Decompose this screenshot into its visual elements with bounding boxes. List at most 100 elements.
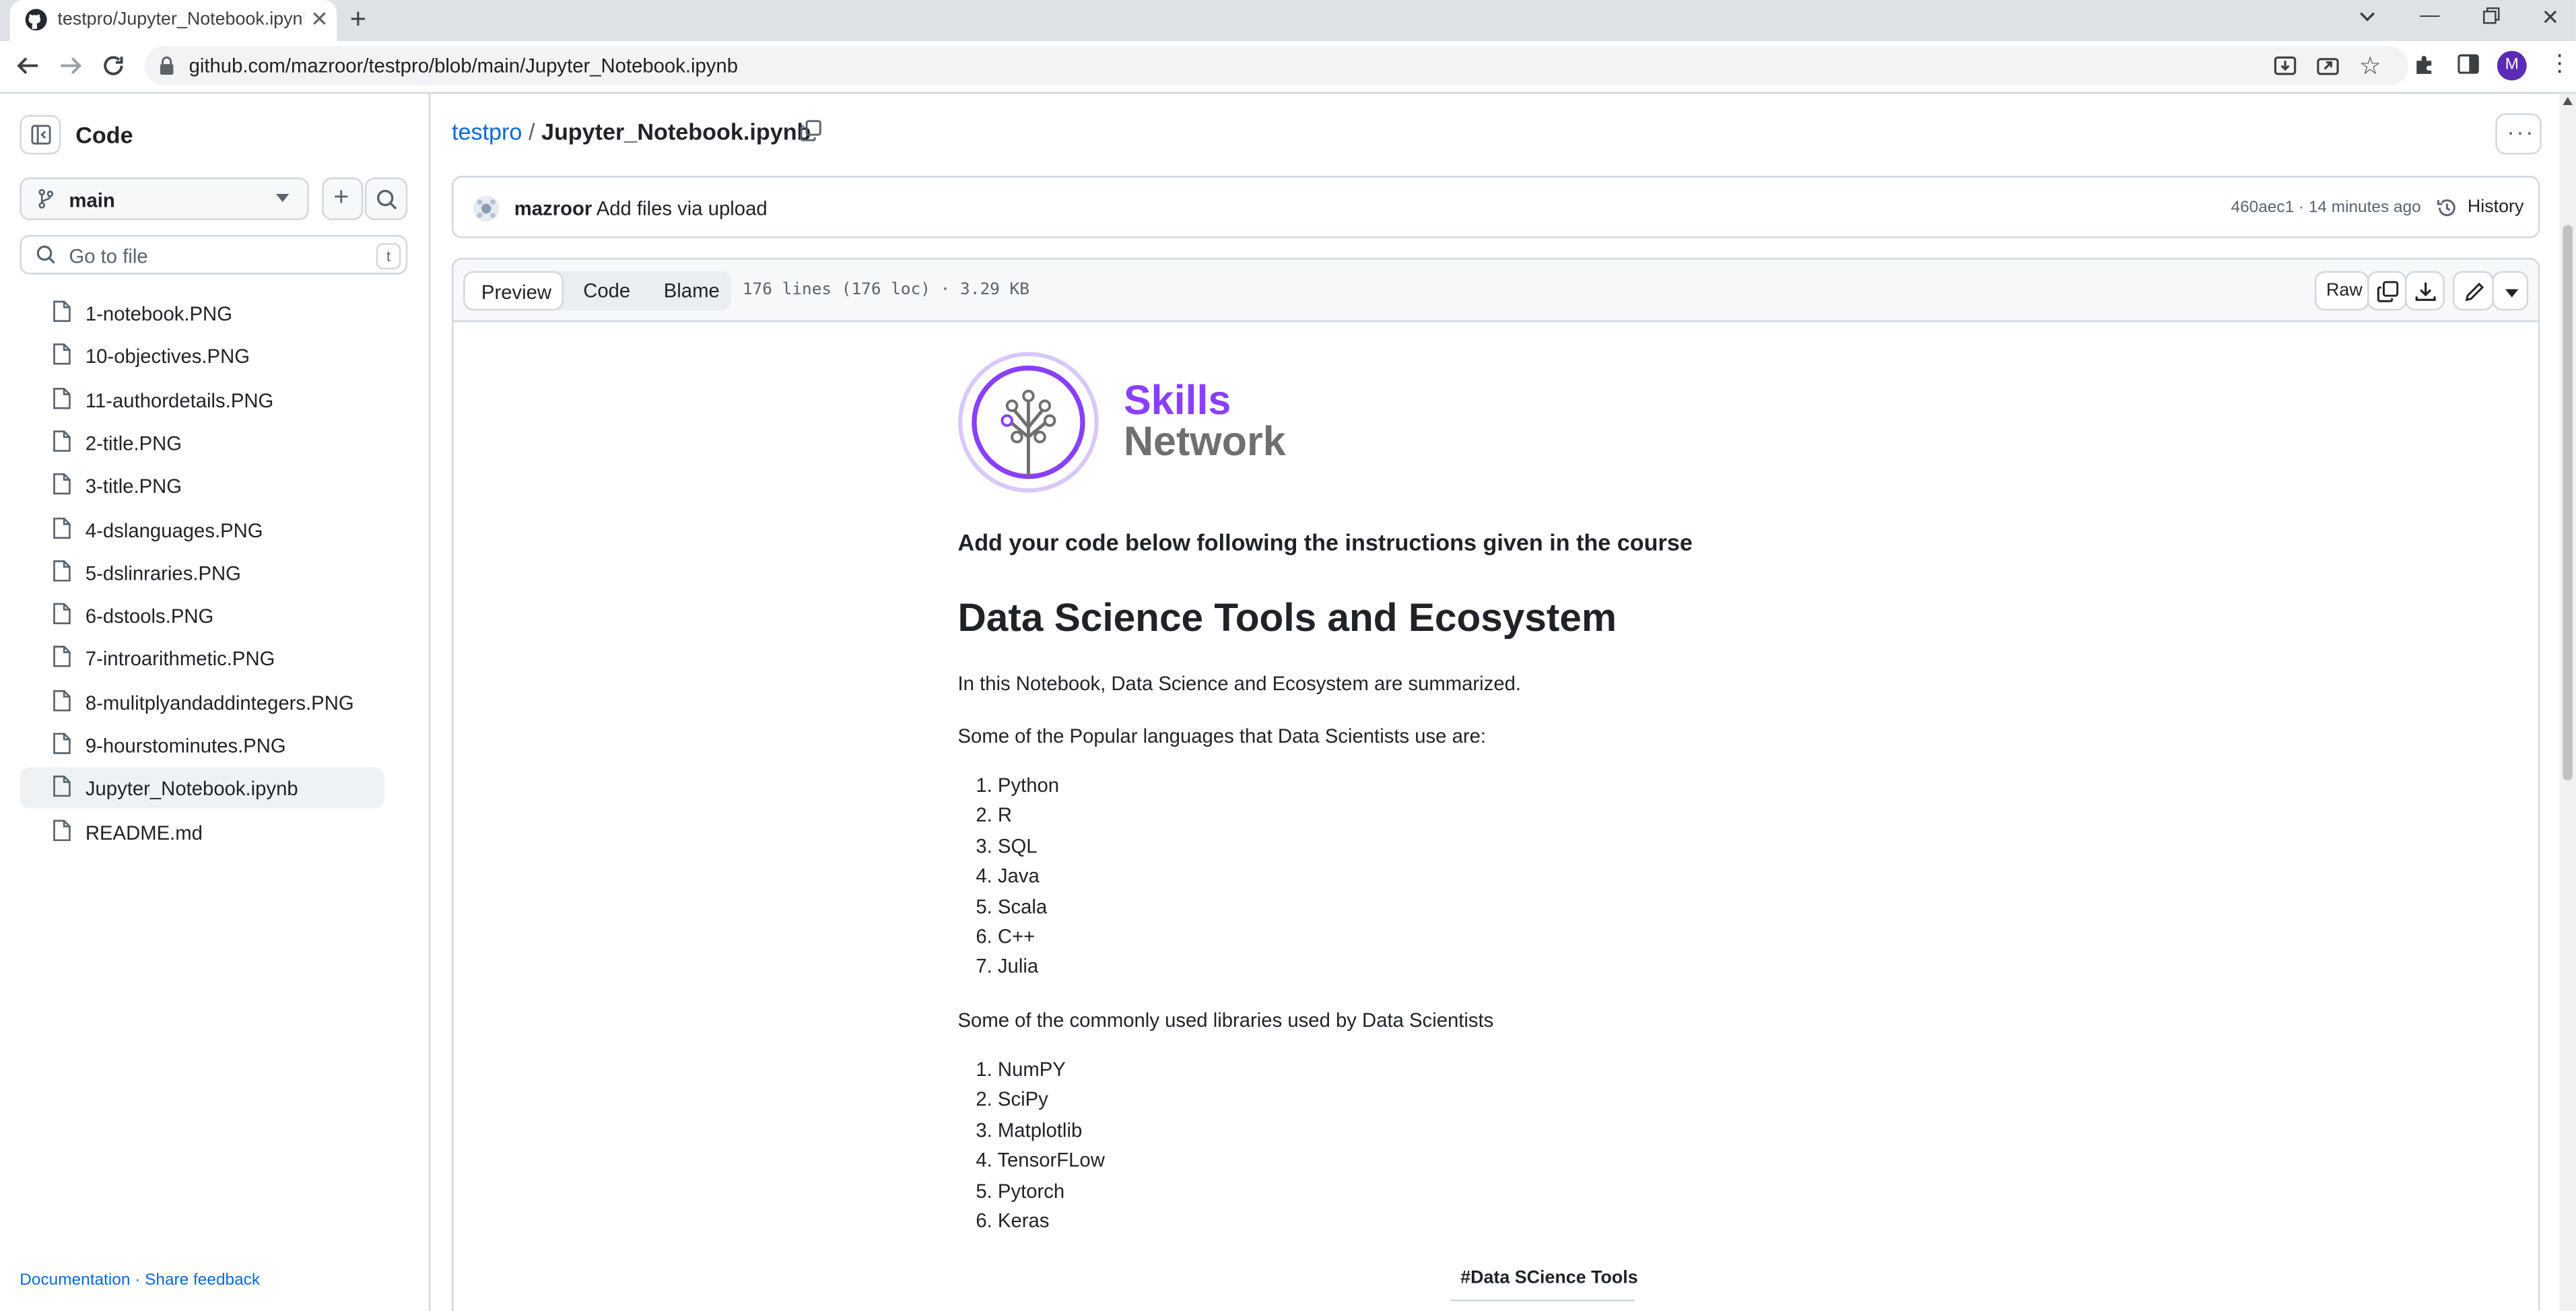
sidebar-file-item[interactable]: 3-title.PNG — [20, 465, 384, 506]
page-scrollbar[interactable] — [2559, 94, 2576, 1311]
sidebar-file-item[interactable]: 6-dstools.PNG — [20, 595, 384, 636]
close-window-icon[interactable]: ✕ — [2542, 5, 2560, 31]
more-options-button[interactable]: ··· — [2495, 113, 2542, 155]
file-icon — [53, 343, 71, 366]
file-icon — [53, 473, 71, 495]
sidebar-file-item[interactable]: 7-introarithmetic.PNG — [20, 638, 384, 679]
libraries-intro: Some of the commonly used libraries used… — [957, 1009, 1494, 1032]
sidebar-file-item[interactable]: 4-dslanguages.PNG — [20, 508, 384, 549]
sidebar-file-item[interactable]: 2-title.PNG — [20, 422, 384, 463]
lock-icon[interactable] — [160, 56, 174, 75]
list-item-text: C++ — [997, 925, 1036, 948]
sidebar-file-item[interactable]: Jupyter_Notebook.ipynb — [20, 768, 384, 809]
notebook-preview-frame — [452, 320, 2540, 1311]
author-avatar[interactable] — [473, 195, 500, 222]
sidebar-file-item[interactable]: 1-notebook.PNG — [20, 292, 384, 333]
tab-search-icon[interactable] — [2357, 8, 2377, 24]
kebab-horizontal-icon: ··· — [2507, 118, 2535, 145]
breadcrumb-repo-link[interactable]: testpro — [452, 119, 522, 145]
language-list-item: 7. Julia — [976, 955, 1038, 978]
file-stats: 176 lines (176 loc) · 3.29 KB — [742, 281, 1029, 300]
list-number: 2. — [976, 1088, 998, 1112]
download-button[interactable] — [2405, 271, 2445, 311]
restore-window-icon[interactable] — [2482, 7, 2501, 25]
sidebar-file-name: 3-title.PNG — [85, 475, 182, 498]
language-list-item: 6. C++ — [976, 925, 1035, 948]
forward-icon[interactable] — [59, 55, 82, 77]
sidebar-file-item[interactable]: 11-authordetails.PNG — [20, 379, 384, 420]
new-tab-icon[interactable]: + — [350, 3, 366, 36]
download-icon — [2415, 281, 2437, 302]
edit-options-dropdown[interactable] — [2492, 271, 2529, 311]
file-icon — [53, 776, 71, 798]
library-list-item: 3. Matplotlib — [976, 1118, 1082, 1141]
file-icon — [53, 819, 71, 841]
sidebar-file-item[interactable]: 9-hourstominutes.PNG — [20, 725, 384, 766]
search-code-button[interactable] — [364, 177, 408, 220]
share-icon[interactable] — [2316, 55, 2339, 77]
branch-select-button[interactable]: main — [20, 177, 309, 220]
tab-preview[interactable]: Preview — [463, 271, 564, 311]
history-button[interactable]: History — [2468, 197, 2524, 217]
list-item-text: Python — [997, 774, 1060, 797]
edit-file-button[interactable] — [2452, 271, 2494, 311]
sidebar-file-item[interactable]: 5-dslinraries.PNG — [20, 551, 384, 593]
file-icon — [53, 690, 71, 711]
documentation-link[interactable]: Documentation — [20, 1272, 130, 1290]
profile-avatar[interactable]: M — [2497, 51, 2527, 81]
sidebar-file-item[interactable]: 8-mulitplyandaddintegers.PNG — [20, 681, 384, 722]
tab-blame[interactable]: Blame — [664, 279, 720, 302]
list-number: 1. — [976, 774, 998, 797]
list-item-text: Julia — [997, 955, 1039, 978]
back-icon[interactable] — [16, 55, 39, 77]
sidebar-file-item[interactable]: 10-objectives.PNG — [20, 335, 384, 376]
list-number: 6. — [976, 925, 998, 948]
plus-icon: + — [333, 184, 349, 212]
url-text: github.com/mazroor/testpro/blob/main/Jup… — [189, 54, 739, 77]
tab-code[interactable]: Code — [583, 279, 630, 302]
side-panel-icon[interactable] — [2458, 54, 2479, 74]
browser-tab[interactable]: testpro/Jupyter_Notebook.ipynb ✕ — [9, 0, 337, 41]
add-file-button[interactable]: + — [322, 177, 364, 220]
sidebar-file-name: 9-hourstominutes.PNG — [85, 734, 286, 758]
file-icon — [53, 386, 71, 409]
language-list-item: 2. R — [976, 804, 1012, 827]
extensions-icon[interactable] — [2413, 53, 2436, 75]
scroll-up-arrow-icon[interactable] — [2563, 96, 2573, 106]
minimize-window-icon[interactable]: — — [2420, 3, 2439, 26]
copy-path-icon[interactable] — [800, 120, 821, 141]
list-number: 7. — [976, 955, 998, 978]
list-item-text: Matplotlib — [997, 1118, 1083, 1142]
address-bar[interactable]: github.com/mazroor/testpro/blob/main/Jup… — [144, 46, 2409, 86]
logo-text-network: Network — [1123, 419, 1286, 465]
commit-author[interactable]: mazroor — [514, 197, 592, 220]
reload-icon[interactable] — [102, 55, 125, 77]
commit-sha-time[interactable]: 460aec1 · 14 minutes ago — [2231, 199, 2421, 217]
sidebar-file-name: README.md — [85, 821, 203, 844]
install-app-icon[interactable] — [2274, 55, 2297, 77]
copy-raw-button[interactable] — [2367, 271, 2407, 311]
close-tab-icon[interactable]: ✕ — [310, 7, 329, 33]
browser-menu-icon[interactable]: ⋮ — [2548, 51, 2571, 74]
table-header-cell: #Data SCience Tools — [1460, 1268, 1638, 1288]
sidebar-file-name: 10-objectives.PNG — [85, 345, 250, 369]
sidebar-file-name: 4-dslanguages.PNG — [85, 518, 263, 541]
list-item-text: SQL — [997, 834, 1038, 858]
file-icon — [53, 603, 71, 625]
go-to-file-input[interactable]: Go to file t — [20, 234, 408, 275]
file-tree-sidebar: Code main + Go to file t 1-notebook.PNG … — [0, 94, 431, 1311]
share-feedback-link[interactable]: Share feedback — [145, 1272, 260, 1290]
caret-down-icon — [275, 193, 290, 203]
commit-message[interactable]: Add files via upload — [597, 197, 768, 220]
scrollbar-thumb[interactable] — [2563, 225, 2573, 780]
library-list-item: 1. NumPY — [976, 1058, 1065, 1081]
sidebar-file-name: 2-title.PNG — [85, 432, 182, 455]
file-icon — [53, 430, 71, 452]
sidebar-file-item[interactable]: README.md — [20, 811, 384, 852]
branch-name: main — [69, 189, 115, 212]
raw-button[interactable]: Raw — [2314, 271, 2369, 311]
file-icon — [53, 646, 71, 668]
bookmark-star-icon[interactable]: ☆ — [2359, 51, 2381, 80]
intro-heading: Add your code below following the instru… — [957, 529, 1693, 556]
collapse-sidebar-button[interactable] — [20, 114, 61, 155]
